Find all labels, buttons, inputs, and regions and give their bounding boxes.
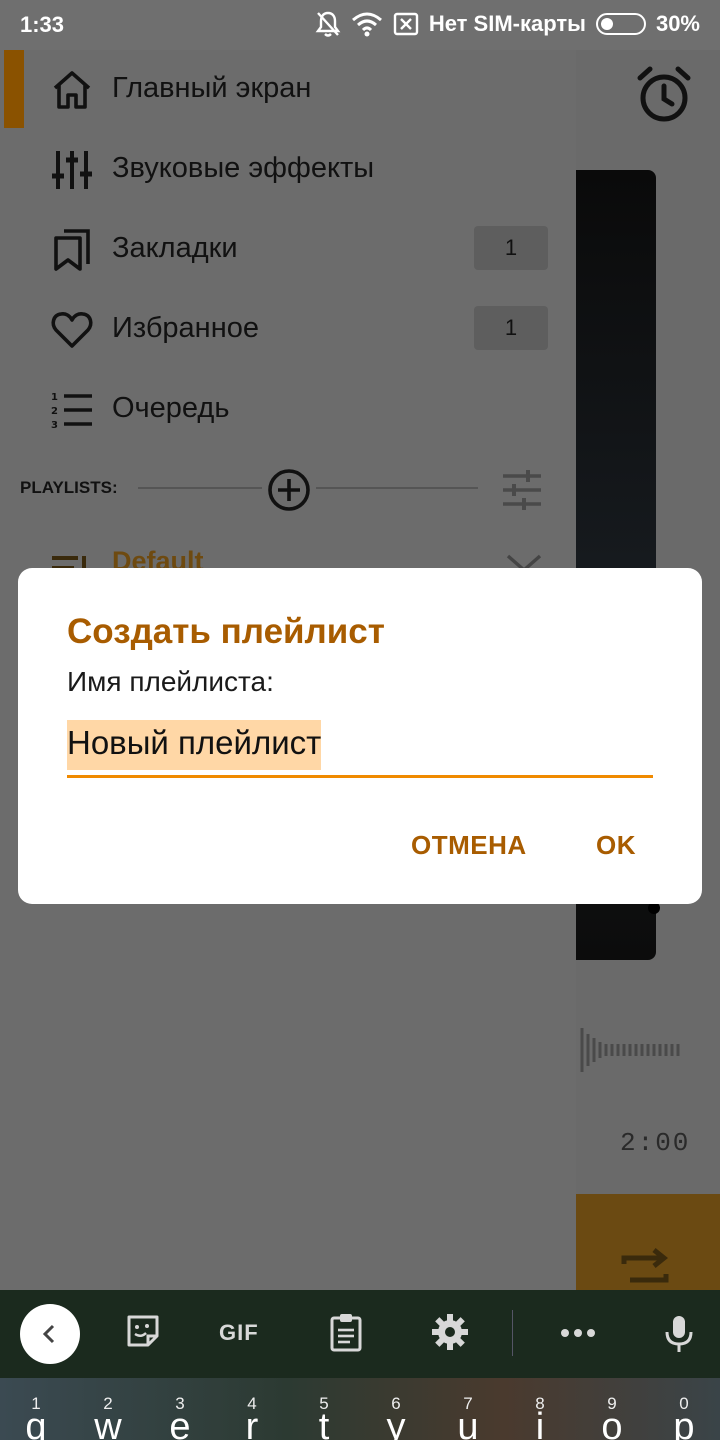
key-char: u [457, 1406, 479, 1440]
divider [316, 487, 478, 489]
keyboard-toolbar: GIF [0, 1290, 720, 1378]
playlists-label: PLAYLISTS: [20, 478, 118, 497]
key-r[interactable]: 4r [216, 1378, 288, 1440]
nav-item-favorites[interactable]: Избранное 1 [0, 290, 576, 370]
key-char: t [318, 1406, 330, 1440]
key-char: y [386, 1406, 406, 1440]
clipboard-icon[interactable] [328, 1312, 364, 1352]
bookmarks-count-badge: 1 [474, 226, 548, 270]
gif-button[interactable]: GIF [219, 1320, 259, 1346]
nav-item-home[interactable]: Главный экран [0, 50, 576, 130]
battery-percent: 30% [655, 11, 700, 36]
nav-item-queue[interactable]: 1 2 3 Очередь [0, 370, 576, 450]
key-i[interactable]: 8i [504, 1378, 576, 1440]
key-char: w [94, 1406, 122, 1440]
key-o[interactable]: 9o [576, 1378, 648, 1440]
playlist-name-input-text: Новый плейлист [67, 720, 322, 770]
toolbar-divider [512, 1310, 513, 1356]
ok-button[interactable]: OK [596, 830, 636, 861]
key-char: r [245, 1406, 259, 1440]
playlist-name-input[interactable]: Новый плейлист [67, 720, 653, 778]
key-char: o [601, 1406, 623, 1440]
add-playlist-icon[interactable] [266, 467, 312, 513]
player-controls-bar [576, 1194, 720, 1290]
key-char: p [673, 1406, 695, 1440]
key-y[interactable]: 6y [360, 1378, 432, 1440]
key-e[interactable]: 3e [144, 1378, 216, 1440]
divider [138, 487, 262, 489]
create-playlist-dialog: Создать плейлист Имя плейлиста: Новый пл… [18, 568, 702, 904]
svg-text:2: 2 [51, 406, 58, 417]
bookmarks-icon [54, 229, 90, 271]
no-sim-icon [393, 12, 419, 36]
playlists-header: PLAYLISTS: [0, 460, 576, 520]
settings-gear-icon[interactable] [430, 1312, 470, 1352]
svg-text:1: 1 [51, 392, 58, 403]
key-char: i [535, 1406, 545, 1440]
dialog-title: Создать плейлист [67, 612, 385, 651]
keyboard-keys-row: 1q2w3e4r5t6y7u8i9o0p [0, 1378, 720, 1440]
nav-item-label: Звуковые эффекты [112, 152, 375, 184]
playlist-filter-icon[interactable] [500, 468, 544, 512]
player-duration: 2:00 [620, 1128, 691, 1158]
nav-item-label: Очередь [112, 392, 230, 424]
nav-item-label: Главный экран [112, 72, 312, 104]
repeat-icon[interactable] [620, 1248, 670, 1290]
key-p[interactable]: 0p [648, 1378, 720, 1440]
status-bar: 1:33 Нет SIM-карты 30% [0, 0, 720, 50]
waveform [580, 1028, 680, 1072]
status-icons: Нет SIM-карты 30% [315, 10, 700, 38]
battery-icon [595, 13, 646, 35]
carrier-text: Нет SIM-карты [428, 11, 586, 36]
microphone-icon[interactable] [664, 1314, 694, 1354]
key-t[interactable]: 5t [288, 1378, 360, 1440]
nav-item-label: Закладки [112, 232, 238, 264]
wifi-icon [351, 12, 382, 37]
chevron-left-icon [42, 1324, 55, 1344]
key-q[interactable]: 1q [0, 1378, 72, 1440]
nav-item-label: Избранное [112, 312, 259, 344]
nav-item-sound-effects[interactable]: Звуковые эффекты [0, 130, 576, 210]
alarm-icon[interactable] [636, 66, 692, 124]
home-icon [53, 71, 91, 109]
key-char: q [25, 1406, 47, 1440]
favorites-count-badge: 1 [474, 306, 548, 350]
nav-item-bookmarks[interactable]: Закладки 1 [0, 210, 576, 290]
key-char: e [169, 1406, 191, 1440]
svg-text:3: 3 [51, 420, 58, 431]
key-u[interactable]: 7u [432, 1378, 504, 1440]
key-w[interactable]: 2w [72, 1378, 144, 1440]
equalizer-icon [52, 151, 92, 189]
playlist-name-label: Имя плейлиста: [67, 666, 274, 697]
more-options-icon[interactable] [560, 1328, 596, 1338]
battery-level [600, 18, 613, 30]
notifications-off-icon [315, 11, 341, 37]
cancel-button[interactable]: ОТМЕНА [411, 830, 527, 861]
status-time: 1:33 [20, 12, 65, 37]
sticker-icon[interactable] [124, 1312, 162, 1350]
queue-icon: 1 2 3 [51, 392, 92, 431]
keyboard-back-button[interactable] [20, 1304, 80, 1364]
heart-icon [51, 312, 93, 348]
